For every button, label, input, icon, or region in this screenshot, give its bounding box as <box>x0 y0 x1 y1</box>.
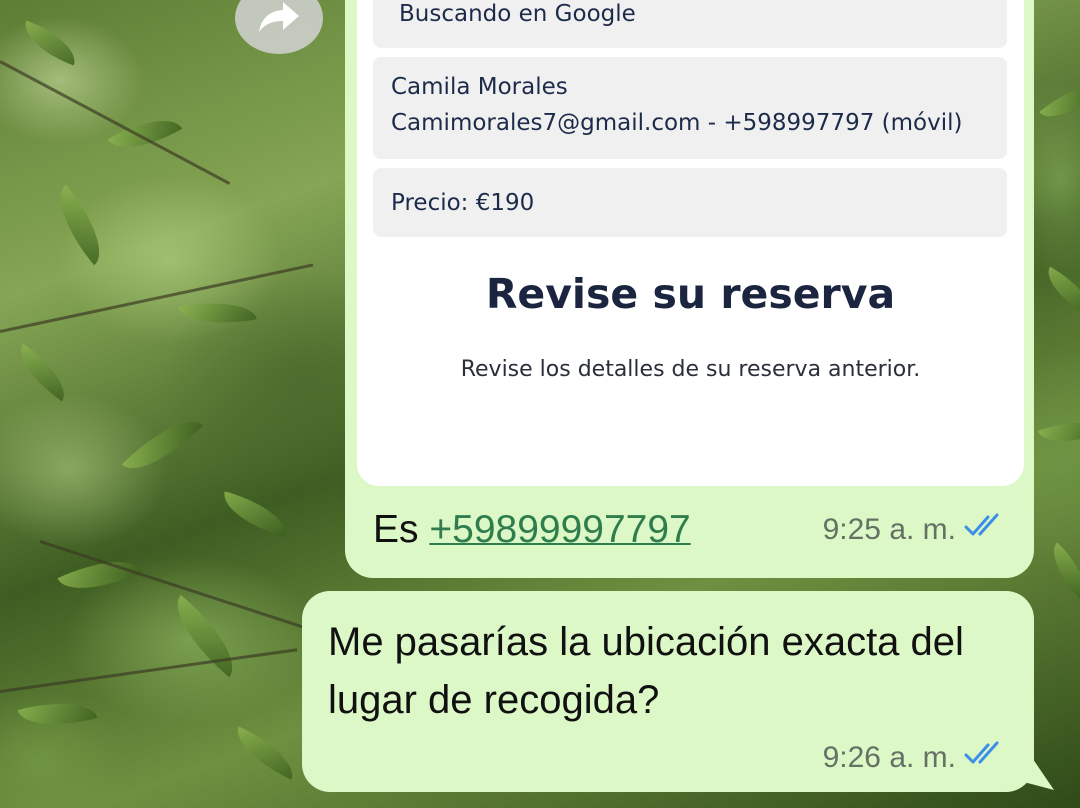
price-text: Precio: €190 <box>391 190 535 216</box>
card-subtitle: Revise los detalles de su reserva anteri… <box>460 357 921 382</box>
message-timestamp: 9:26 a. m. <box>822 741 956 774</box>
message-prefix: Es <box>373 508 430 551</box>
message-meta: 9:25 a. m. <box>823 513 1006 547</box>
card-title: Revise su reserva <box>485 270 896 318</box>
message-timestamp: 9:25 a. m. <box>822 513 956 546</box>
double-check-read-icon <box>964 513 1006 547</box>
phone-number-link[interactable]: +59899997797 <box>429 508 690 551</box>
contact-details: Camimorales7@gmail.com - +598997797 (móv… <box>391 110 963 136</box>
outgoing-message-bubble[interactable]: Buscando en Google Camila Morales Camimo… <box>345 0 1034 578</box>
outgoing-message-bubble[interactable]: Me pasarías la ubicación exacta del luga… <box>302 591 1034 792</box>
contact-name: Camila Morales <box>391 74 568 100</box>
message-text: Es +59899997797 <box>373 508 691 552</box>
contact-info-box: Camila Morales Camimorales7@gmail.com - … <box>373 57 1007 159</box>
booking-review-card[interactable]: Buscando en Google Camila Morales Camimo… <box>357 0 1024 486</box>
message-meta: 9:26 a. m. <box>823 741 1006 775</box>
search-status-text: Buscando en Google <box>399 1 636 27</box>
double-check-read-icon <box>964 741 1006 775</box>
forward-arrow-icon <box>257 0 301 39</box>
message-text: Me pasarías la ubicación exacta del luga… <box>328 620 964 722</box>
search-status-box: Buscando en Google <box>373 0 1007 48</box>
price-box: Precio: €190 <box>373 168 1007 237</box>
